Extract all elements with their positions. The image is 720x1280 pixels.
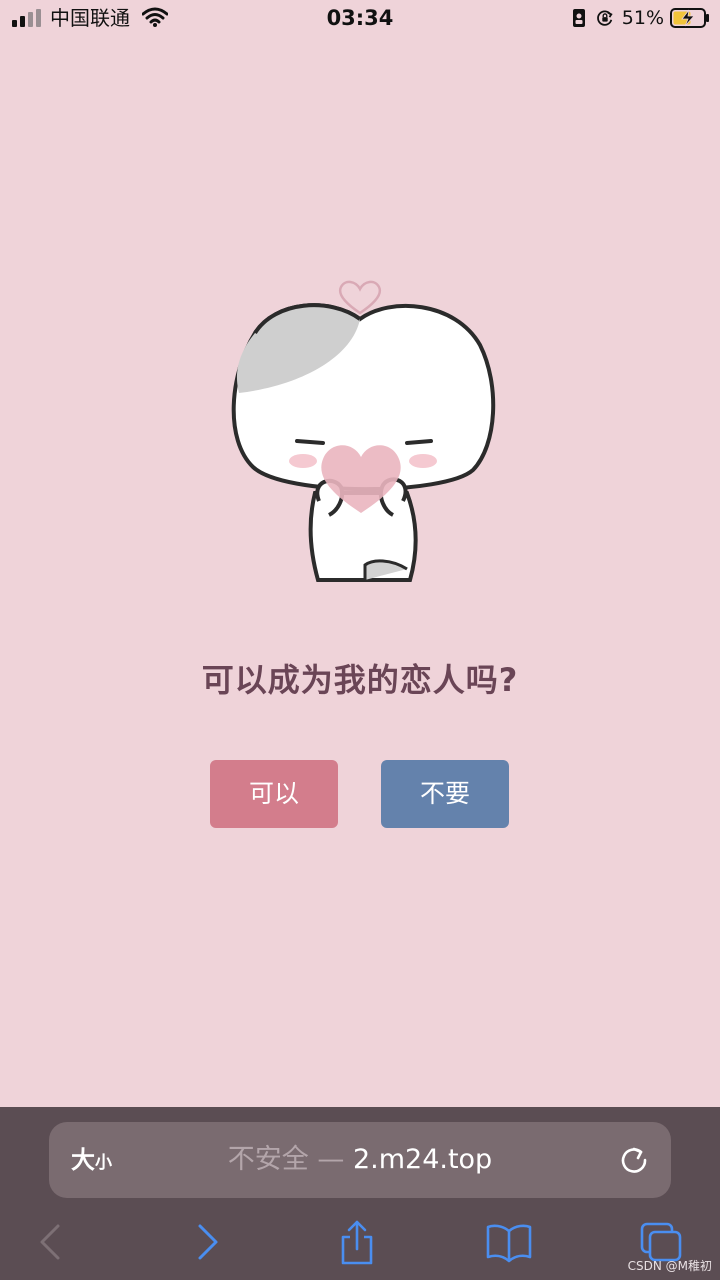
url-domain: 2.m24.top <box>352 1144 493 1175</box>
forward-icon <box>198 1224 218 1260</box>
bookmarks-icon <box>486 1224 532 1263</box>
insecure-label: 不安全 <box>227 1144 309 1175</box>
battery-charging-icon <box>670 8 709 28</box>
floating-heart-icon <box>338 280 382 315</box>
bookmarks-button[interactable] <box>484 1219 534 1265</box>
portrait-lock-icon <box>572 9 585 27</box>
watermark: CSDN @M稚初 <box>627 1259 712 1273</box>
browser-bottom-bar: 大小 不安全 — 2.m24.top <box>0 1107 720 1280</box>
no-button[interactable]: 不要 <box>381 760 509 828</box>
url-display[interactable]: 不安全 — 2.m24.top <box>49 1142 671 1178</box>
rotation-lock-icon <box>596 10 613 26</box>
back-button[interactable] <box>26 1219 76 1265</box>
question-heading: 可以成为我的恋人吗? <box>201 661 519 699</box>
reload-icon[interactable] <box>619 1145 649 1175</box>
forward-button[interactable] <box>182 1219 232 1265</box>
yes-button[interactable]: 可以 <box>210 760 338 828</box>
url-separator: — <box>308 1144 353 1175</box>
back-icon <box>40 1224 60 1260</box>
battery-percent: 51% <box>621 7 664 29</box>
status-indicators: 51% <box>570 6 710 30</box>
status-bar: 中国联通 03:34 51% <box>0 0 720 36</box>
share-icon <box>341 1220 373 1265</box>
mascot-illustration <box>231 280 496 582</box>
address-bar[interactable]: 大小 不安全 — 2.m24.top <box>49 1122 671 1198</box>
share-button[interactable] <box>332 1219 382 1265</box>
